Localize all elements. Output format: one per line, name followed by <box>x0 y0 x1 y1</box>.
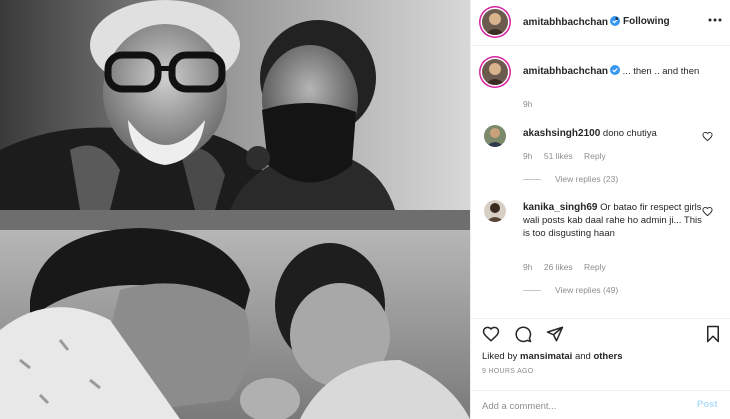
view-replies-button[interactable]: View replies (23) <box>523 174 618 184</box>
view-replies-label[interactable]: View replies (23) <box>555 174 618 184</box>
following-button[interactable]: Following <box>623 16 670 27</box>
comment-username[interactable]: kanika_singh69 <box>523 202 597 213</box>
post-timestamp[interactable]: 9 HOURS AGO <box>482 368 534 375</box>
comment-text: dono chutiya <box>602 128 657 139</box>
avatar-image <box>482 9 508 35</box>
comment-input[interactable] <box>482 397 682 415</box>
comment-likes[interactable]: 26 likes <box>544 262 573 272</box>
like-heart-icon[interactable] <box>482 325 500 343</box>
post-media[interactable] <box>0 0 470 419</box>
comment-likes[interactable]: 51 likes <box>544 151 573 161</box>
caption-time: 9h <box>523 99 533 109</box>
reply-button[interactable]: Reply <box>584 262 606 272</box>
author-avatar[interactable] <box>482 9 508 35</box>
view-replies-button[interactable]: View replies (49) <box>523 285 618 295</box>
author-username[interactable]: amitabhbachchan <box>523 16 621 28</box>
caption-text: ... then .. and then <box>622 66 700 77</box>
photo-bottom-image <box>0 210 470 419</box>
post-comment-button[interactable]: Post <box>697 399 718 410</box>
caption-meta: 9h <box>523 99 541 109</box>
liked-by-others[interactable]: others <box>593 351 622 362</box>
save-bookmark-icon[interactable] <box>704 325 722 343</box>
verified-badge-icon <box>610 65 621 75</box>
like-comment-heart-icon[interactable] <box>702 206 713 217</box>
comment-avatar[interactable] <box>484 125 506 147</box>
post-header: amitabhbachchan • Following <box>471 0 730 46</box>
avatar-image <box>484 125 506 147</box>
avatar-image <box>484 200 506 222</box>
liked-by-user[interactable]: mansimatai <box>520 351 572 362</box>
comment-username[interactable]: akashsingh2100 <box>523 128 600 139</box>
view-replies-label[interactable]: View replies (49) <box>555 285 618 295</box>
comment-meta: 9h 26 likes Reply <box>523 262 615 272</box>
like-comment-heart-icon[interactable] <box>702 131 713 142</box>
comment-text-block: akashsingh2100 dono chutiya <box>523 127 703 140</box>
comment-meta: 9h 51 likes Reply <box>523 151 615 161</box>
header-username[interactable]: amitabhbachchan <box>523 17 608 28</box>
photo-top <box>0 0 470 210</box>
comment-avatar[interactable] <box>484 200 506 222</box>
avatar-image <box>482 59 508 85</box>
more-options-icon[interactable] <box>707 12 723 28</box>
comment-bubble-icon[interactable] <box>514 325 532 343</box>
post-actions: Liked by mansimatai and others 9 HOURS A… <box>471 318 730 419</box>
liked-by-prefix: Liked by <box>482 351 518 362</box>
share-paper-plane-icon[interactable] <box>546 325 564 343</box>
comments-list[interactable]: amitabhbachchan ... then .. and then 9h … <box>471 47 730 317</box>
divider-line <box>523 290 541 292</box>
caption-text-block: amitabhbachchan ... then .. and then <box>523 65 703 78</box>
add-comment-bar: Post <box>471 390 730 419</box>
divider-line <box>523 179 541 181</box>
caption-avatar[interactable] <box>482 59 508 85</box>
comment-time: 9h <box>523 262 533 272</box>
photo-top-image <box>0 0 470 210</box>
liked-by-and: and <box>574 351 591 362</box>
header-separator: • <box>615 14 619 25</box>
reply-button[interactable]: Reply <box>584 151 606 161</box>
post-side-panel: amitabhbachchan • Following amitabhbachc… <box>470 0 730 419</box>
comment-text-block: kanika_singh69 Or batao fir respect girl… <box>523 201 703 240</box>
comment-time: 9h <box>523 151 533 161</box>
caption-username[interactable]: amitabhbachchan <box>523 66 608 77</box>
photo-bottom <box>0 210 470 419</box>
liked-by: Liked by mansimatai and others <box>482 351 623 362</box>
